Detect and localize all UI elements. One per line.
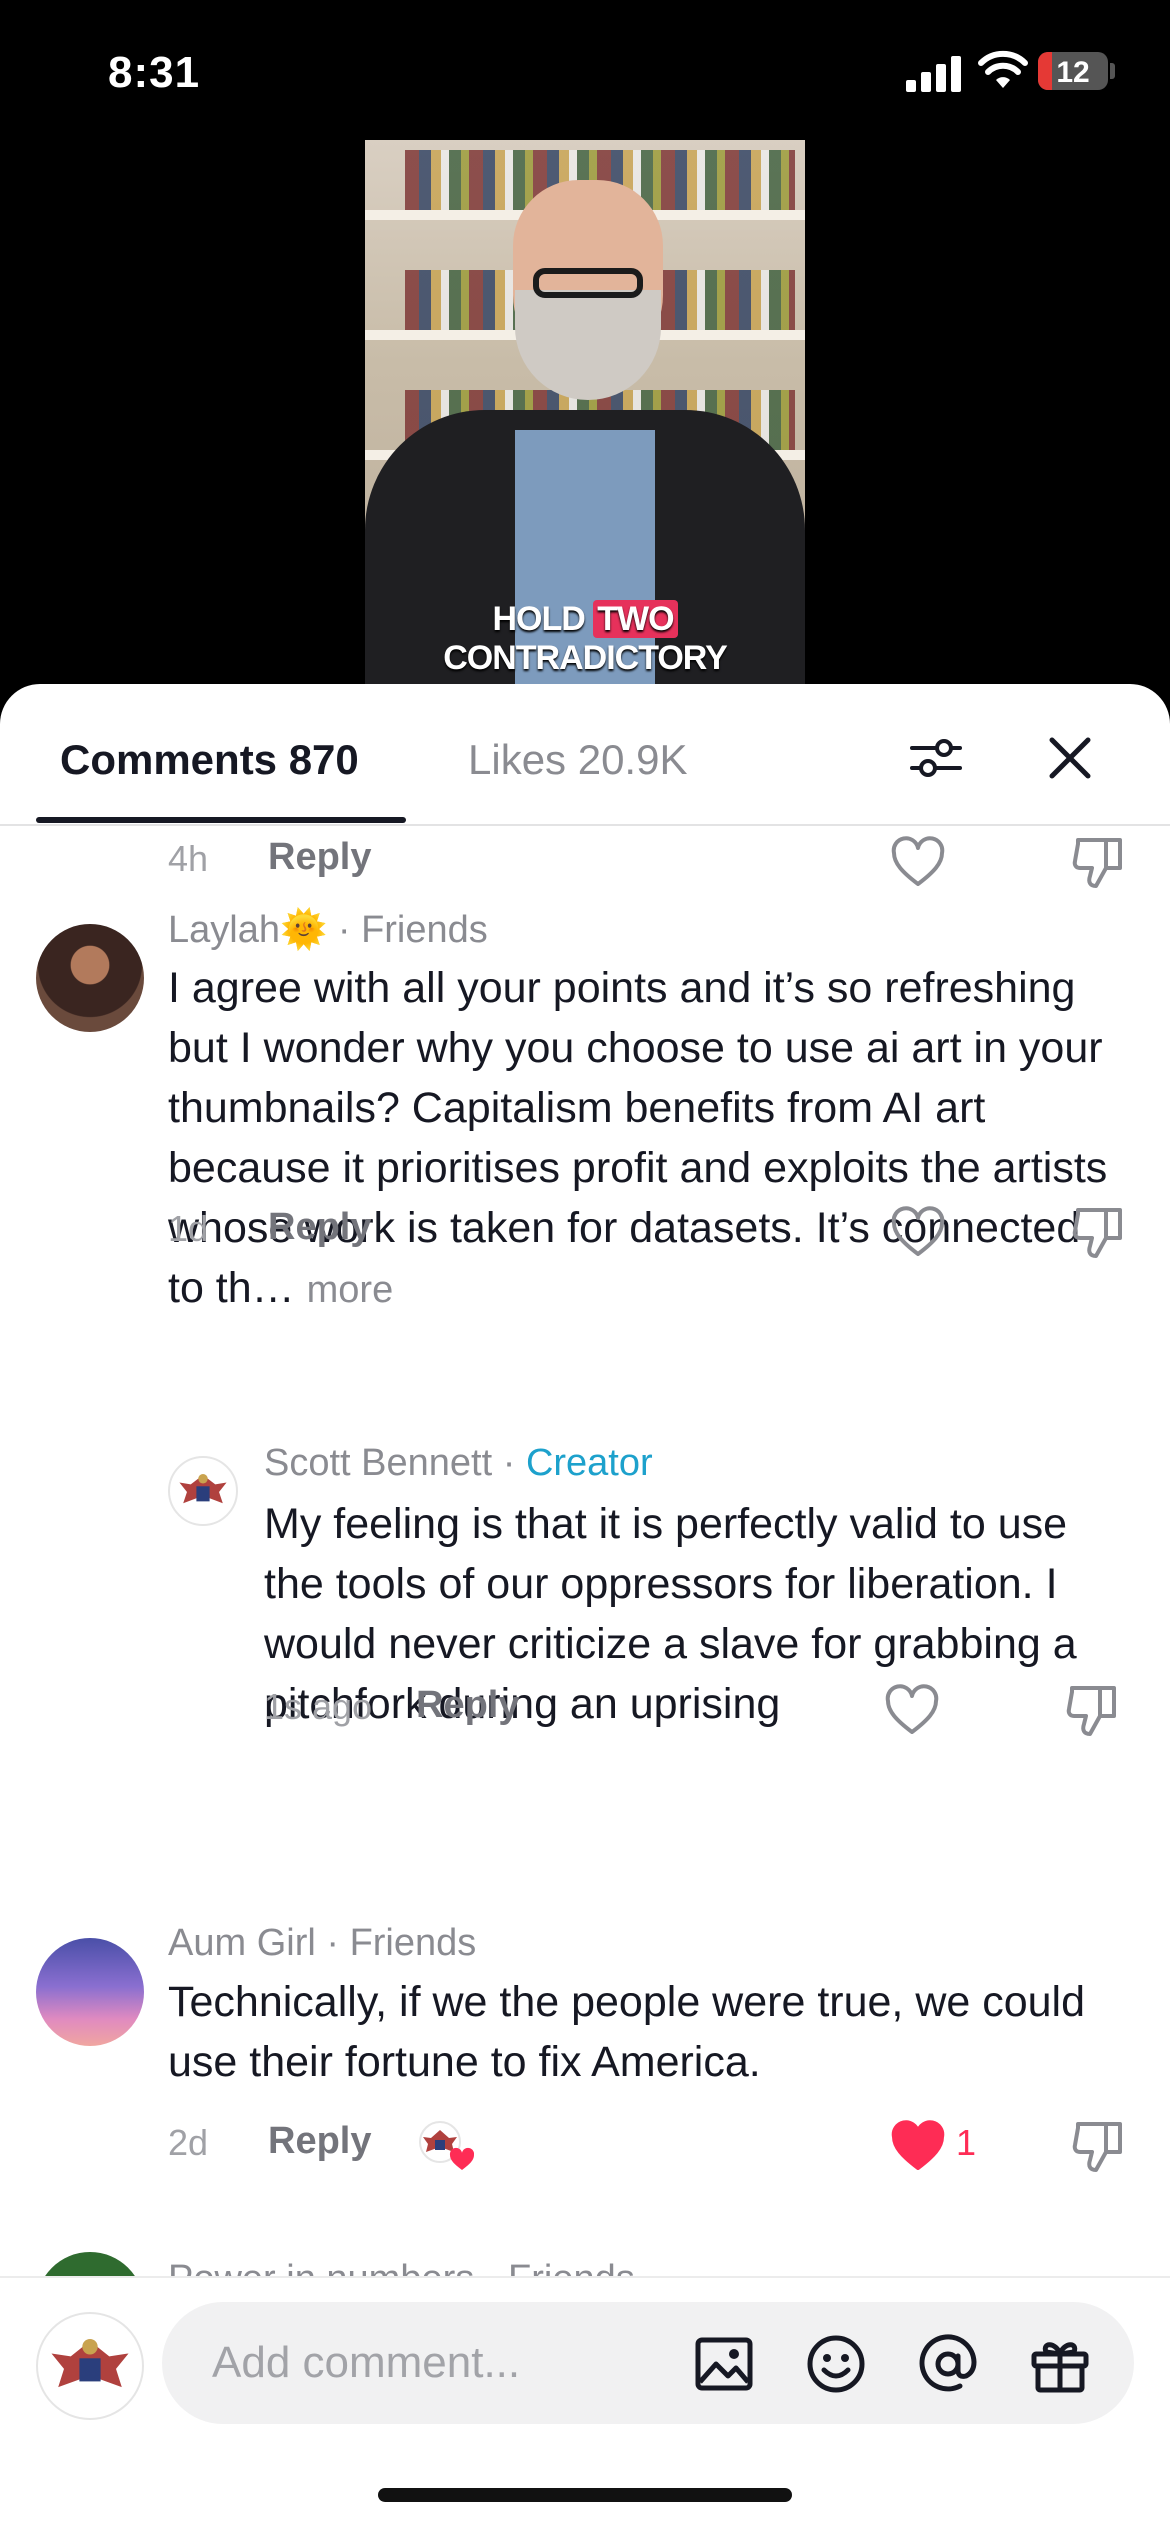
status-bar: 8:31 12 bbox=[0, 0, 1170, 140]
reply-button[interactable]: Reply bbox=[268, 1206, 371, 1249]
dislike-icon[interactable] bbox=[1070, 834, 1126, 890]
sheet-tabs: Comments 870 Likes 20.9K bbox=[0, 684, 1170, 826]
comment-author[interactable]: Laylah🌞 · Friends bbox=[168, 908, 488, 952]
avatar-aum-girl[interactable] bbox=[36, 1938, 144, 2046]
comment-meta-row: 1d Reply bbox=[168, 1200, 1128, 1260]
reply-button[interactable]: Reply bbox=[268, 2120, 371, 2163]
creator-badge: Creator bbox=[525, 1442, 653, 1484]
comment-time: 4h bbox=[168, 838, 209, 879]
image-icon[interactable] bbox=[692, 2332, 756, 2396]
comment-author[interactable]: Scott Bennett · Creator bbox=[264, 1442, 653, 1485]
reply-button[interactable]: Reply bbox=[268, 836, 371, 879]
status-time: 8:31 bbox=[108, 48, 201, 97]
creator-liked-icon bbox=[419, 2121, 474, 2170]
reply-button[interactable]: Reply bbox=[416, 1684, 519, 1727]
emoji-icon[interactable] bbox=[804, 2332, 868, 2396]
active-tab-indicator bbox=[36, 817, 406, 823]
comment-composer: Add comment... bbox=[0, 2276, 1170, 2532]
close-icon[interactable] bbox=[1044, 732, 1096, 784]
tab-comments[interactable]: Comments 870 bbox=[60, 736, 359, 784]
comment-time: 1d bbox=[168, 1208, 209, 1249]
comment-text: Technically, if we the people were true,… bbox=[168, 1978, 1086, 2086]
heart-icon[interactable] bbox=[890, 1206, 946, 1258]
avatar-laylah[interactable] bbox=[36, 924, 144, 1032]
my-avatar[interactable] bbox=[36, 2312, 144, 2420]
heart-icon[interactable] bbox=[890, 836, 946, 888]
comments-sheet: Comments 870 Likes 20.9K 4h Reply Laylah… bbox=[0, 684, 1170, 2532]
video-caption: HOLD TWO CONTRADICTORY bbox=[443, 600, 728, 677]
comment-meta-row: 4h Reply bbox=[168, 830, 1128, 890]
dislike-icon[interactable] bbox=[1064, 1682, 1120, 1738]
tab-likes[interactable]: Likes 20.9K bbox=[468, 736, 687, 784]
battery-icon: 12 bbox=[1038, 52, 1108, 90]
comment-list[interactable]: 4h Reply Laylah🌞 · Friends I agree with … bbox=[0, 828, 1170, 2284]
heart-icon-liked[interactable] bbox=[890, 2120, 946, 2172]
home-indicator bbox=[378, 2488, 792, 2502]
dislike-icon[interactable] bbox=[1070, 2118, 1126, 2174]
comment-author[interactable]: Aum Girl · Friends bbox=[168, 1922, 476, 1965]
avatar-scott-bennett[interactable] bbox=[168, 1456, 238, 1526]
comment-input-placeholder: Add comment... bbox=[212, 2338, 521, 2387]
signal-icon bbox=[906, 56, 962, 92]
battery-level: 12 bbox=[1056, 56, 1090, 89]
dislike-icon[interactable] bbox=[1070, 1204, 1126, 1260]
wifi-icon bbox=[978, 50, 1028, 88]
comment-text: I agree with all your points and it’s so… bbox=[168, 964, 1108, 1312]
comment-time: 2d bbox=[168, 2122, 209, 2163]
more-link[interactable]: more bbox=[307, 1269, 394, 1311]
video-player[interactable]: HOLD TWO CONTRADICTORY bbox=[365, 140, 805, 700]
gift-icon[interactable] bbox=[1028, 2332, 1092, 2396]
mention-icon[interactable] bbox=[916, 2332, 980, 2396]
heart-icon[interactable] bbox=[884, 1684, 940, 1736]
like-count: 1 bbox=[956, 2122, 977, 2163]
comment-meta-row: 1s ago Reply bbox=[264, 1678, 1124, 1738]
battery-cap bbox=[1110, 63, 1115, 79]
filter-icon[interactable] bbox=[908, 730, 964, 786]
comment-input[interactable]: Add comment... bbox=[162, 2302, 1134, 2424]
comment-time: 1s ago bbox=[264, 1686, 373, 1727]
